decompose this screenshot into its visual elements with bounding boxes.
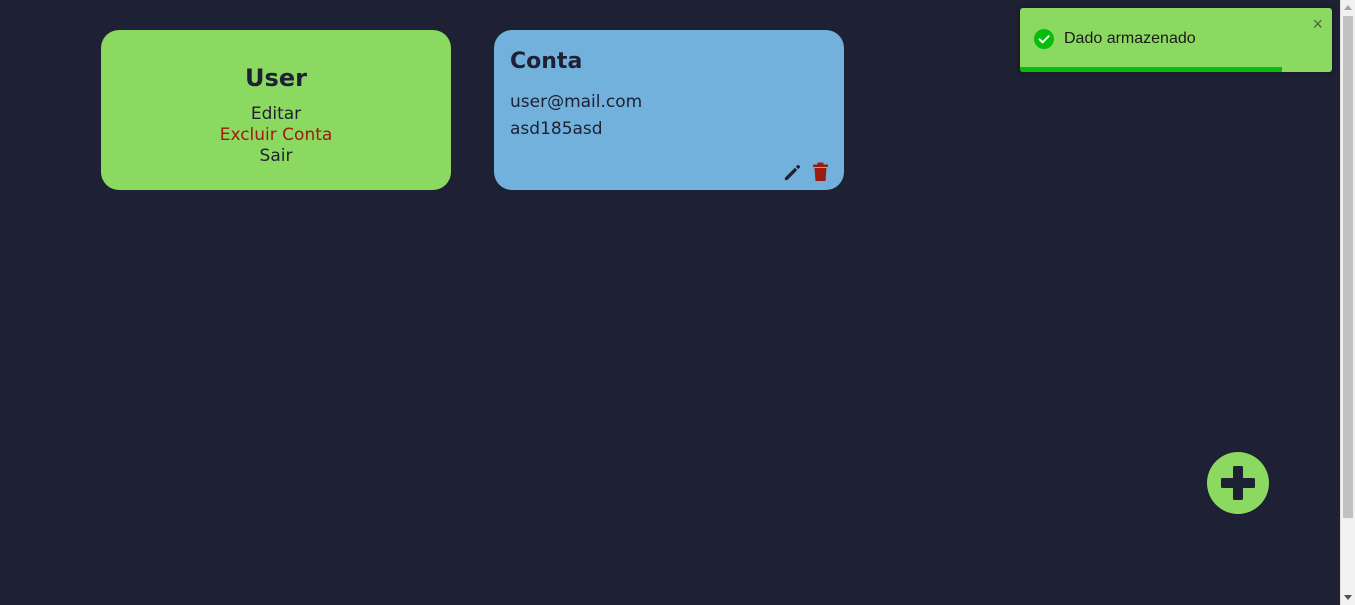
plus-icon xyxy=(1221,466,1255,500)
user-card: User Editar Excluir Conta Sair xyxy=(101,30,451,190)
account-card: Conta user@mail.com asd185asd xyxy=(494,30,844,190)
scroll-down-icon[interactable] xyxy=(1344,595,1352,600)
scroll-up-icon[interactable] xyxy=(1344,5,1352,10)
account-actions xyxy=(782,162,830,182)
success-toast: Dado armazenado × xyxy=(1020,8,1332,72)
pencil-icon[interactable] xyxy=(782,162,802,182)
scrollbar-thumb[interactable] xyxy=(1343,16,1353,518)
account-password: asd185asd xyxy=(510,119,603,139)
account-card-title: Conta xyxy=(510,49,583,74)
user-card-title: User xyxy=(245,64,307,92)
check-circle-icon xyxy=(1034,29,1054,49)
vertical-scrollbar[interactable] xyxy=(1340,0,1355,605)
trash-icon[interactable] xyxy=(810,162,830,182)
logout-link[interactable]: Sair xyxy=(101,146,451,167)
app-page: User Editar Excluir Conta Sair Conta use… xyxy=(0,0,1355,605)
add-button[interactable] xyxy=(1207,452,1269,514)
close-icon[interactable]: × xyxy=(1312,14,1323,34)
delete-account-link[interactable]: Excluir Conta xyxy=(101,125,451,146)
toast-progress-bar xyxy=(1020,67,1283,72)
account-email: user@mail.com xyxy=(510,92,643,112)
edit-user-link[interactable]: Editar xyxy=(101,104,451,125)
toast-message: Dado armazenado xyxy=(1064,30,1196,47)
